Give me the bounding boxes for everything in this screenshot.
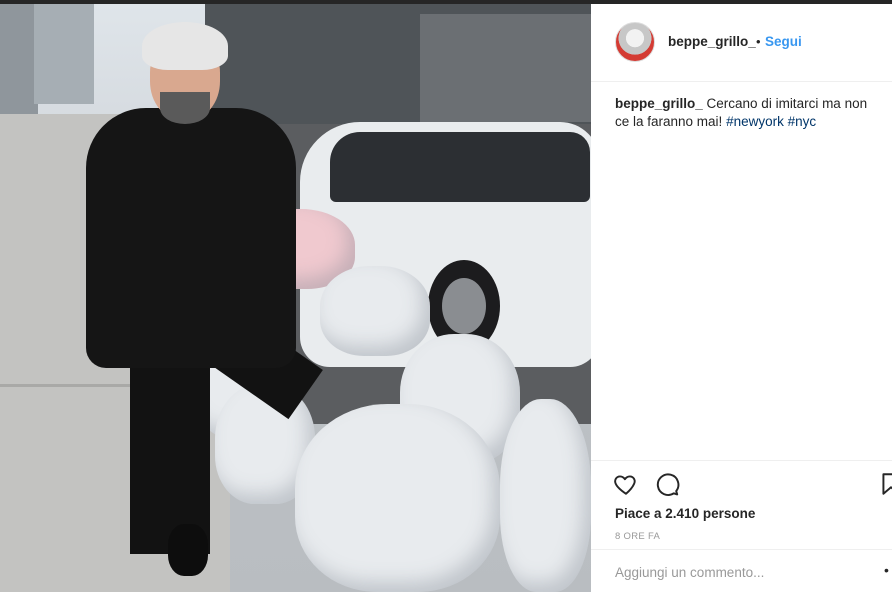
- more-options-icon[interactable]: •: [884, 562, 889, 578]
- comment-bar: •: [591, 549, 892, 593]
- trash-bag: [295, 404, 500, 592]
- heart-icon[interactable]: [613, 471, 639, 497]
- post-timestamp[interactable]: 8 ORE FA: [615, 531, 660, 542]
- man-shoe: [168, 524, 208, 576]
- post-side-panel: beppe_grillo_ • Segui beppe_grillo_ Cerc…: [591, 4, 892, 592]
- trash-bag: [500, 399, 591, 592]
- post-header: beppe_grillo_ • Segui: [591, 4, 892, 82]
- car-windows: [330, 132, 590, 202]
- post-actions: [591, 460, 892, 496]
- bookmark-icon[interactable]: [878, 471, 892, 497]
- man-beard: [160, 92, 210, 124]
- post-photo[interactable]: [0, 4, 591, 592]
- post-username[interactable]: beppe_grillo_: [668, 34, 756, 49]
- man-jacket: [86, 108, 296, 368]
- follow-button[interactable]: Segui: [765, 34, 802, 49]
- building-left-2: [34, 4, 94, 104]
- hashtag-newyork[interactable]: #newyork: [726, 114, 784, 129]
- likes-count[interactable]: Piace a 2.410 persone: [615, 506, 755, 521]
- post-caption: beppe_grillo_ Cercano di imitarci ma non…: [615, 95, 877, 131]
- building-left: [0, 4, 38, 114]
- comment-input[interactable]: [615, 562, 865, 582]
- caption-username[interactable]: beppe_grillo_: [615, 96, 703, 111]
- trash-bag: [320, 266, 430, 356]
- avatar[interactable]: [615, 22, 655, 62]
- man-hair: [142, 22, 228, 70]
- hashtag-nyc[interactable]: #nyc: [788, 114, 817, 129]
- building-right-facade: [420, 14, 591, 122]
- separator-dot: •: [756, 34, 761, 49]
- comment-icon[interactable]: [654, 471, 680, 497]
